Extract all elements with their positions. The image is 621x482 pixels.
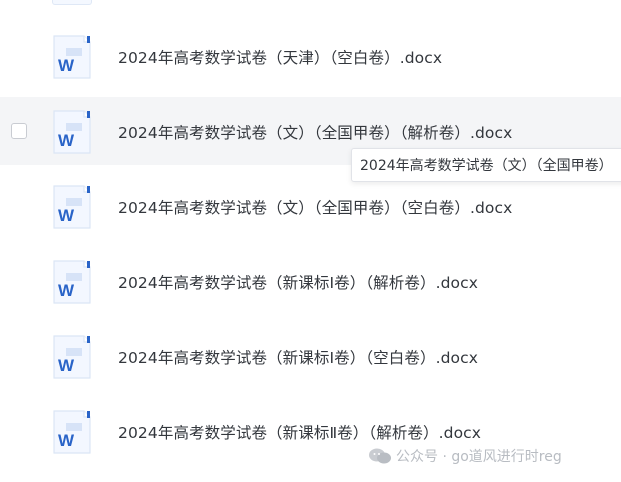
word-document-icon: W (52, 259, 92, 305)
file-name[interactable]: 2024年高考数学试卷（文）（全国甲卷）（空白卷）.docx (118, 196, 512, 218)
file-row[interactable]: W 2024年高考数学试卷（新课标Ⅰ卷）（空白卷）.docx (0, 322, 621, 390)
file-name[interactable]: 2024年高考数学试卷（文）（全国甲卷）（解析卷）.docx (118, 121, 512, 143)
svg-text:W: W (58, 131, 75, 150)
word-document-icon: W (52, 34, 92, 80)
wechat-icon (369, 448, 391, 464)
file-name[interactable]: 2024年高考数学试卷（天津）（空白卷）.docx (118, 46, 442, 68)
file-name[interactable]: 2024年高考数学试卷（新课标Ⅰ卷）（解析卷）.docx (118, 271, 478, 293)
word-document-icon: W (52, 109, 92, 155)
svg-text:W: W (58, 356, 75, 375)
svg-text:W: W (58, 431, 75, 450)
svg-text:W: W (58, 56, 75, 75)
file-row[interactable]: W 2024年高考数学试卷（天津）（空白卷）.docx (0, 22, 621, 90)
filename-tooltip: 2024年高考数学试卷（文）（全国甲卷） (351, 148, 621, 182)
file-row[interactable]: W 2024年高考数学试卷（文）（全国甲卷）（空白卷）.docx (0, 172, 621, 240)
file-name[interactable]: 2024年高考数学试卷（新课标Ⅱ卷）（解析卷）.docx (118, 421, 481, 443)
word-document-icon: W (52, 334, 92, 380)
svg-text:W: W (58, 281, 75, 300)
svg-text:W: W (58, 206, 75, 225)
watermark-text: 公众号 · go道风进行时reg (396, 449, 562, 465)
partial-file-icon (52, 0, 92, 5)
select-checkbox[interactable] (11, 123, 27, 139)
word-document-icon: W (52, 184, 92, 230)
file-list: W 2024年高考数学试卷（天津）（空白卷）.docx W 2024年高考数学试… (0, 0, 621, 482)
file-row[interactable]: W 2024年高考数学试卷（新课标Ⅰ卷）（解析卷）.docx (0, 247, 621, 315)
word-document-icon: W (52, 409, 92, 455)
watermark: 公众号 · go道风进行时reg (368, 446, 562, 466)
file-name[interactable]: 2024年高考数学试卷（新课标Ⅰ卷）（空白卷）.docx (118, 346, 478, 368)
